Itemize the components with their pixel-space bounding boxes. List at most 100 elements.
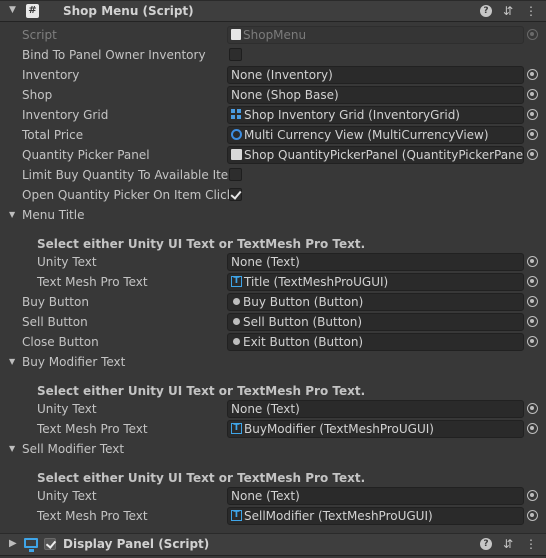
object-picker-icon[interactable] <box>527 296 538 307</box>
component-enabled-checkbox[interactable] <box>44 538 56 550</box>
menu-title-tmp-field[interactable]: T Title (TextMeshProUGUI) <box>227 273 524 291</box>
button-component-icon <box>233 298 240 305</box>
monitor-icon <box>24 538 38 552</box>
qty-panel-value: Shop QuantityPickerPanel (QuantityPicker… <box>244 148 524 162</box>
foldout-expanded-icon[interactable]: ▼ <box>9 5 16 15</box>
preset-sliders-icon[interactable]: ⇵ <box>501 4 515 18</box>
inventory-grid-field[interactable]: Shop Inventory Grid (InventoryGrid) <box>227 106 524 124</box>
foldout-expanded-icon[interactable]: ▼ <box>9 357 15 366</box>
sell-modifier-unity-value: None (Text) <box>231 489 300 503</box>
buy-button-field[interactable]: Buy Button (Button) <box>227 293 524 311</box>
shop-row: Shop None (Shop Base) <box>0 85 546 105</box>
more-options-icon[interactable]: ⋮ <box>524 537 538 551</box>
tmp-text-label: Text Mesh Pro Text <box>37 422 148 436</box>
buy-button-value: Buy Button (Button) <box>243 295 364 309</box>
preset-sliders-icon[interactable]: ⇵ <box>501 537 515 551</box>
script-icon <box>231 149 242 160</box>
tmp-text-label: Text Mesh Pro Text <box>37 275 148 289</box>
qty-panel-label: Quantity Picker Panel <box>22 148 150 162</box>
close-button-field[interactable]: Exit Button (Button) <box>227 333 524 351</box>
inventory-value: None (Inventory) <box>231 68 333 82</box>
sell-modifier-tmp-field[interactable]: T SellModifier (TextMeshProUGUI) <box>227 507 524 525</box>
object-picker-icon[interactable] <box>527 316 538 327</box>
limit-buy-row: Limit Buy Quantity To Available Item <box>0 165 546 185</box>
help-icon[interactable]: ? <box>480 5 492 17</box>
component-header-display-panel[interactable]: ▶ Display Panel (Script) ? ⇵ ⋮ <box>0 533 546 556</box>
bind-owner-checkbox[interactable] <box>229 48 242 61</box>
total-price-value: Multi Currency View (MultiCurrencyView) <box>244 128 489 142</box>
menu-title-unity-field[interactable]: None (Text) <box>227 253 524 271</box>
total-price-label: Total Price <box>22 128 84 142</box>
sell-modifier-foldout[interactable]: ▼ Sell Modifier Text <box>0 439 546 459</box>
buy-modifier-label: Buy Modifier Text <box>22 355 126 369</box>
more-options-icon[interactable]: ⋮ <box>524 4 538 18</box>
buy-modifier-tmp-row: Text Mesh Pro Text T BuyModifier (TextMes… <box>0 419 546 439</box>
shop-field[interactable]: None (Shop Base) <box>227 86 524 104</box>
shop-value: None (Shop Base) <box>231 88 339 102</box>
object-picker-icon[interactable] <box>527 256 538 267</box>
close-button-value: Exit Button (Button) <box>243 335 364 349</box>
search-icon <box>231 129 242 140</box>
menu-title-hint: Select either Unity UI Text or TextMesh … <box>37 237 366 251</box>
menu-title-label: Menu Title <box>22 208 85 222</box>
buy-modifier-foldout[interactable]: ▼ Buy Modifier Text <box>0 352 546 372</box>
object-picker-icon[interactable] <box>527 89 538 100</box>
sell-button-field[interactable]: Sell Button (Button) <box>227 313 524 331</box>
limit-buy-label: Limit Buy Quantity To Available Item <box>22 168 240 182</box>
foldout-collapsed-icon[interactable]: ▶ <box>9 538 17 549</box>
foldout-expanded-icon[interactable]: ▼ <box>9 210 15 219</box>
buy-modifier-hint-row: Select either Unity UI Text or TextMesh … <box>0 381 546 401</box>
menu-title-unity-value: None (Text) <box>231 255 300 269</box>
textmeshpro-icon: T <box>231 423 242 434</box>
inventory-grid-row: Inventory Grid Shop Inventory Grid (Inve… <box>0 105 546 125</box>
object-picker-icon[interactable] <box>527 69 538 80</box>
object-picker-icon[interactable] <box>527 276 538 287</box>
inventory-label: Inventory <box>22 68 80 82</box>
component-title: Display Panel (Script) <box>63 537 210 551</box>
sell-modifier-unity-field[interactable]: None (Text) <box>227 487 524 505</box>
buy-modifier-tmp-value: BuyModifier (TextMeshProUGUI) <box>244 422 434 436</box>
total-price-row: Total Price Multi Currency View (MultiCu… <box>0 125 546 145</box>
open-qty-row: Open Quantity Picker On Item Click <box>0 185 546 205</box>
sell-modifier-tmp-row: Text Mesh Pro Text T SellModifier (TextMe… <box>0 506 546 526</box>
object-picker-icon[interactable] <box>527 490 538 501</box>
object-picker-icon[interactable] <box>527 109 538 120</box>
object-picker-icon[interactable] <box>527 149 538 160</box>
total-price-field[interactable]: Multi Currency View (MultiCurrencyView) <box>227 126 524 144</box>
object-picker-icon[interactable] <box>527 510 538 521</box>
script-row: Script ShopMenu <box>0 25 546 45</box>
button-component-icon <box>233 318 240 325</box>
help-icon[interactable]: ? <box>480 538 492 550</box>
inventory-field[interactable]: None (Inventory) <box>227 66 524 84</box>
limit-buy-checkbox[interactable] <box>229 168 242 181</box>
sell-modifier-hint-row: Select either Unity UI Text or TextMesh … <box>0 468 546 488</box>
inventory-grid-value: Shop Inventory Grid (InventoryGrid) <box>244 108 460 122</box>
open-qty-checkbox[interactable] <box>229 188 242 201</box>
component-title: Shop Menu (Script) <box>63 4 194 18</box>
object-picker-icon[interactable] <box>527 423 538 434</box>
script-value: ShopMenu <box>243 28 307 42</box>
object-picker-icon[interactable] <box>527 336 538 347</box>
hash-script-icon: # <box>26 4 39 18</box>
inventory-row: Inventory None (Inventory) <box>0 65 546 85</box>
unity-text-label: Unity Text <box>37 255 97 269</box>
qty-panel-field[interactable]: Shop QuantityPickerPanel (QuantityPicker… <box>227 146 524 164</box>
unity-text-label: Unity Text <box>37 402 97 416</box>
object-picker-icon[interactable] <box>527 403 538 414</box>
foldout-expanded-icon[interactable]: ▼ <box>9 444 15 453</box>
close-button-row: Close Button Exit Button (Button) <box>0 332 546 352</box>
menu-title-foldout[interactable]: ▼ Menu Title <box>0 205 546 225</box>
cs-script-icon <box>231 29 241 40</box>
buy-modifier-unity-field[interactable]: None (Text) <box>227 400 524 418</box>
buy-modifier-unity-value: None (Text) <box>231 402 300 416</box>
buy-modifier-tmp-field[interactable]: T BuyModifier (TextMeshProUGUI) <box>227 420 524 438</box>
sell-modifier-tmp-value: SellModifier (TextMeshProUGUI) <box>244 509 433 523</box>
sell-button-value: Sell Button (Button) <box>243 315 363 329</box>
menu-title-tmp-row: Text Mesh Pro Text T Title (TextMeshProUG… <box>0 272 546 292</box>
grid-icon <box>231 109 242 120</box>
component-header-shop-menu[interactable]: ▼ # Shop Menu (Script) ? ⇵ ⋮ <box>0 0 546 22</box>
button-component-icon <box>233 338 240 345</box>
bind-owner-row: Bind To Panel Owner Inventory <box>0 45 546 65</box>
object-picker-icon[interactable] <box>527 129 538 140</box>
open-qty-label: Open Quantity Picker On Item Click <box>22 188 234 202</box>
